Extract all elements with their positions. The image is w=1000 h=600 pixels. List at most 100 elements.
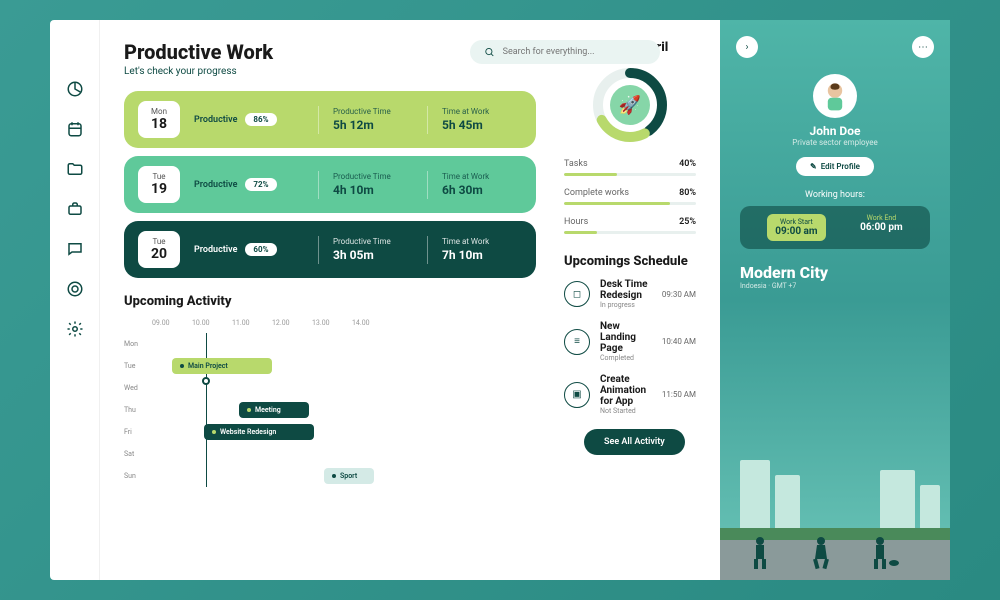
sidebar — [50, 20, 100, 580]
stat-value: 25% — [679, 217, 696, 227]
productive-label: Productive — [194, 115, 237, 125]
date-badge: Mon 18 — [138, 101, 180, 138]
pct-pill: 86% — [245, 113, 276, 126]
edit-label: Edit Profile — [821, 162, 860, 171]
day-label: Fri — [124, 428, 152, 436]
bar-label: Main Project — [188, 362, 228, 370]
activity-chart: 09.00 10.00 11.00 12.00 13.00 14.00 Mon … — [124, 319, 536, 499]
schedule-item-status: Not Started — [600, 407, 652, 415]
stat-value: 40% — [679, 159, 696, 169]
avatar[interactable] — [813, 74, 857, 118]
folder-icon[interactable] — [66, 160, 84, 178]
hour-label: Work Start — [775, 218, 817, 226]
page-subtitle: Let's check your progress — [124, 66, 273, 77]
date-day: Tue — [148, 237, 170, 246]
person-icon — [750, 535, 770, 570]
search-input[interactable] — [503, 47, 646, 57]
time-tick: 12.00 — [272, 319, 312, 327]
day-label: Wed — [124, 384, 152, 392]
divider — [318, 171, 319, 199]
activity-bar[interactable]: Sport — [324, 468, 374, 484]
time-label: Time at Work — [442, 172, 522, 181]
activity-bar[interactable]: Main Project — [172, 358, 272, 374]
person-icon — [810, 535, 832, 570]
productive-label: Productive — [194, 245, 237, 255]
date-num: 19 — [148, 181, 170, 197]
date-badge: Tue 20 — [138, 231, 180, 268]
divider — [427, 236, 428, 264]
collapse-button[interactable]: › — [736, 36, 758, 58]
search-box[interactable] — [470, 40, 660, 64]
stat-bar — [564, 173, 696, 176]
stat-label: Tasks — [564, 159, 588, 169]
day-label: Sat — [124, 450, 152, 458]
time-value: 4h 10m — [333, 183, 413, 197]
pencil-icon: ✎ — [810, 162, 817, 171]
time-tick: 09.00 — [152, 319, 192, 327]
edit-profile-button[interactable]: ✎ Edit Profile — [796, 157, 874, 176]
hour-label: Work End — [860, 214, 903, 222]
divider — [427, 106, 428, 134]
search-icon — [484, 46, 495, 58]
schedule-item-title: New Landing Page — [600, 321, 652, 354]
schedule-item[interactable]: ◻ Desk Time Redesign In progress 09:30 A… — [564, 279, 696, 309]
main-content: Productive Work Let's check your progres… — [100, 20, 720, 580]
time-label: Productive Time — [333, 172, 413, 181]
schedule-item-time: 09:30 AM — [662, 290, 696, 299]
day-label: Thu — [124, 406, 152, 414]
chat-icon[interactable] — [66, 240, 84, 258]
activity-bar[interactable]: Website Redesign — [204, 424, 314, 440]
time-value: 5h 12m — [333, 118, 413, 132]
activity-title: Upcoming Activity — [124, 294, 536, 309]
schedule-item-time: 10:40 AM — [662, 337, 696, 346]
time-axis: 09.00 10.00 11.00 12.00 13.00 14.00 — [152, 319, 536, 327]
work-start: Work Start 09:00 am — [767, 214, 825, 241]
date-num: 18 — [148, 116, 170, 132]
day-label: Tue — [124, 362, 152, 370]
time-tick: 14.00 — [352, 319, 392, 327]
schedule-item-time: 11:50 AM — [662, 390, 696, 399]
time-value: 6h 30m — [442, 183, 522, 197]
schedule-item-status: Completed — [600, 354, 652, 362]
time-tick: 10.00 — [192, 319, 232, 327]
schedule-list: ◻ Desk Time Redesign In progress 09:30 A… — [564, 279, 696, 415]
date-day: Mon — [148, 107, 170, 116]
time-value: 3h 05m — [333, 248, 413, 262]
chart-pie-icon[interactable] — [66, 80, 84, 98]
pct-pill: 60% — [245, 243, 276, 256]
schedule-item-title: Desk Time Redesign — [600, 279, 652, 301]
city-illustration — [720, 420, 950, 580]
time-tick: 11.00 — [232, 319, 272, 327]
bar-label: Website Redesign — [220, 428, 276, 436]
day-row[interactable]: Tue 19 Productive 72% Productive Time 4h… — [124, 156, 536, 213]
target-icon[interactable] — [66, 280, 84, 298]
day-row[interactable]: Mon 18 Productive 86% Productive Time 5h… — [124, 91, 536, 148]
date-day: Tue — [148, 172, 170, 181]
time-label: Productive Time — [333, 237, 413, 246]
user-name: John Doe — [720, 124, 950, 138]
calendar-icon[interactable] — [66, 120, 84, 138]
rocket-icon: 🚀 — [619, 95, 641, 116]
date-num: 20 — [148, 246, 170, 262]
hour-value: 06:00 pm — [860, 222, 903, 233]
stat-bar — [564, 231, 696, 234]
day-row[interactable]: Tue 20 Productive 60% Productive Time 3h… — [124, 221, 536, 278]
schedule-item-title: Create Animation for App — [600, 374, 652, 407]
time-label: Productive Time — [333, 107, 413, 116]
schedule-item[interactable]: ≡ New Landing Page Completed 10:40 AM — [564, 321, 696, 362]
schedule-item[interactable]: ▣ Create Animation for App Not Started 1… — [564, 374, 696, 415]
settings-icon[interactable] — [66, 320, 84, 338]
divider — [318, 106, 319, 134]
layers-icon: ≡ — [564, 329, 590, 355]
time-tick: 13.00 — [312, 319, 352, 327]
activity-bar[interactable]: Meeting — [239, 402, 309, 418]
briefcase-icon[interactable] — [66, 200, 84, 218]
bar-label: Sport — [340, 472, 357, 480]
more-button[interactable]: ⋯ — [912, 36, 934, 58]
see-all-button[interactable]: See All Activity — [584, 429, 685, 455]
city-subtitle: Indoesia · GMT +7 — [720, 282, 950, 298]
day-rows: Mon 18 Productive 86% Productive Time 5h… — [124, 91, 536, 278]
city-title: Modern City — [720, 263, 950, 282]
time-value: 7h 10m — [442, 248, 522, 262]
stat-bar — [564, 202, 696, 205]
